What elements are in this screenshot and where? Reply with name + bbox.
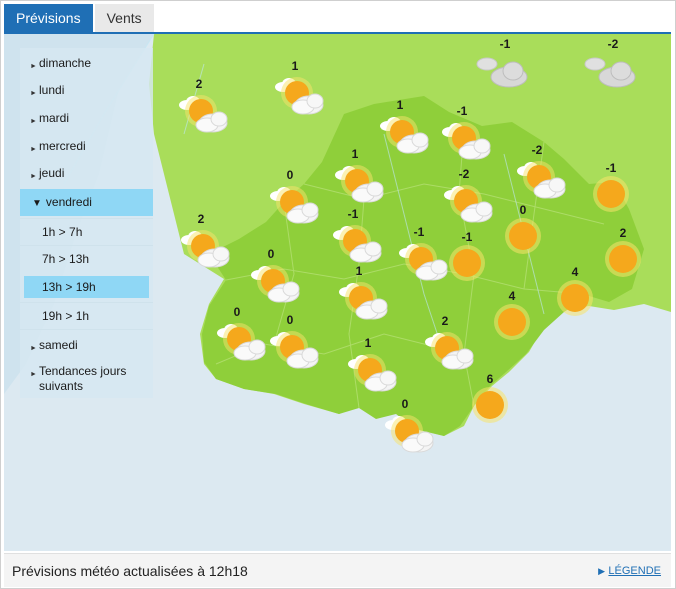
slot-1h-7h[interactable]: 1h > 7h — [20, 218, 153, 245]
temperature-label: 1 — [351, 147, 359, 161]
temperature-label: 0 — [267, 247, 275, 261]
partly-cloudy-icon — [438, 118, 494, 167]
cloud-icon — [581, 51, 639, 96]
day-samedi[interactable]: ► samedi — [20, 329, 153, 358]
partly-cloudy-icon — [247, 261, 303, 310]
sun-icon — [504, 217, 542, 260]
temperature-label: -1 — [413, 225, 425, 239]
temperature-label: 0 — [401, 397, 409, 411]
partly-cloudy-icon — [266, 182, 322, 231]
slot-7h-13h[interactable]: 7h > 13h — [20, 245, 153, 272]
temperature-label: 1 — [291, 59, 299, 73]
partly-cloudy-icon — [421, 328, 477, 377]
play-triangle-icon: ▶ — [598, 566, 605, 576]
partly-cloudy-icon — [175, 91, 231, 140]
day-dimanche[interactable]: ► dimanche — [20, 48, 153, 75]
cloud-icon — [473, 51, 531, 96]
temperature-label: -2 — [458, 167, 470, 181]
bullet-icon: ► — [30, 173, 37, 180]
day-selector: ► dimanche ► lundi ► mardi ► mercredi ► jeudi… — [20, 48, 153, 398]
temperature-label: -1 — [605, 161, 617, 175]
temperature-label: 4 — [571, 265, 579, 279]
temperature-label: 0 — [286, 313, 294, 327]
slot-13h-19h[interactable]: 13h > 19h — [24, 276, 149, 298]
bullet-icon: ► — [30, 371, 37, 378]
partly-cloudy-icon — [344, 350, 400, 399]
day-mardi[interactable]: ► mardi — [20, 103, 153, 131]
expanded-triangle-icon: ▼ — [32, 198, 42, 209]
weather-widget: Prévisions Vents ► dimanche ► lundi ► ma… — [0, 0, 676, 589]
temperature-label: -2 — [531, 143, 543, 157]
tab-vents[interactable]: Vents — [94, 4, 154, 32]
sun-icon — [556, 279, 594, 322]
legend-link[interactable]: LÉGENDE — [608, 565, 661, 577]
temperature-label: -1 — [347, 207, 359, 221]
temperature-label: -1 — [456, 104, 468, 118]
temperature-label: 6 — [486, 372, 494, 386]
sun-icon — [448, 244, 486, 287]
update-status: Prévisions météo actualisées à 12h18 — [12, 563, 248, 579]
temperature-label: -1 — [499, 37, 511, 51]
partly-cloudy-icon — [177, 226, 233, 275]
temperature-label: 4 — [508, 289, 516, 303]
temperature-label: 1 — [355, 264, 363, 278]
temperature-label: 2 — [441, 314, 449, 328]
day-mercredi[interactable]: ► mercredi — [20, 131, 153, 158]
slot-19h-1h[interactable]: 19h > 1h — [20, 302, 153, 329]
temperature-label: -1 — [461, 230, 473, 244]
tab-bar: Prévisions Vents — [4, 4, 154, 32]
temperature-label: 0 — [519, 203, 527, 217]
partly-cloudy-icon — [213, 319, 269, 368]
day-vendredi[interactable]: ▼ vendredi — [20, 189, 153, 216]
sun-icon — [471, 386, 509, 429]
partly-cloudy-icon — [329, 221, 385, 270]
day-tendances[interactable]: ► Tendances jours suivants — [20, 358, 153, 404]
day-lundi[interactable]: ► lundi — [20, 75, 153, 103]
partly-cloudy-icon — [271, 73, 327, 122]
temperature-label: 1 — [396, 98, 404, 112]
temperature-label: 2 — [195, 77, 203, 91]
partly-cloudy-icon — [335, 278, 391, 327]
temperature-label: 2 — [197, 212, 205, 226]
temperature-label: -2 — [607, 37, 619, 51]
footer-bar: Prévisions météo actualisées à 12h18 ▶ L… — [4, 553, 671, 587]
partly-cloudy-icon — [440, 181, 496, 230]
partly-cloudy-icon — [266, 327, 322, 376]
temperature-label: 1 — [364, 336, 372, 350]
partly-cloudy-icon — [381, 411, 437, 460]
temperature-label: 2 — [619, 226, 627, 240]
temperature-label: 0 — [233, 305, 241, 319]
sun-icon — [592, 175, 630, 218]
partly-cloudy-icon — [513, 157, 569, 206]
partly-cloudy-icon — [376, 112, 432, 161]
tab-previsions[interactable]: Prévisions — [4, 4, 93, 32]
temperature-label: 0 — [286, 168, 294, 182]
day-jeudi[interactable]: ► jeudi — [20, 158, 153, 189]
sun-icon — [604, 240, 642, 283]
sun-icon — [493, 303, 531, 346]
partly-cloudy-icon — [395, 239, 451, 288]
partly-cloudy-icon — [331, 161, 387, 210]
